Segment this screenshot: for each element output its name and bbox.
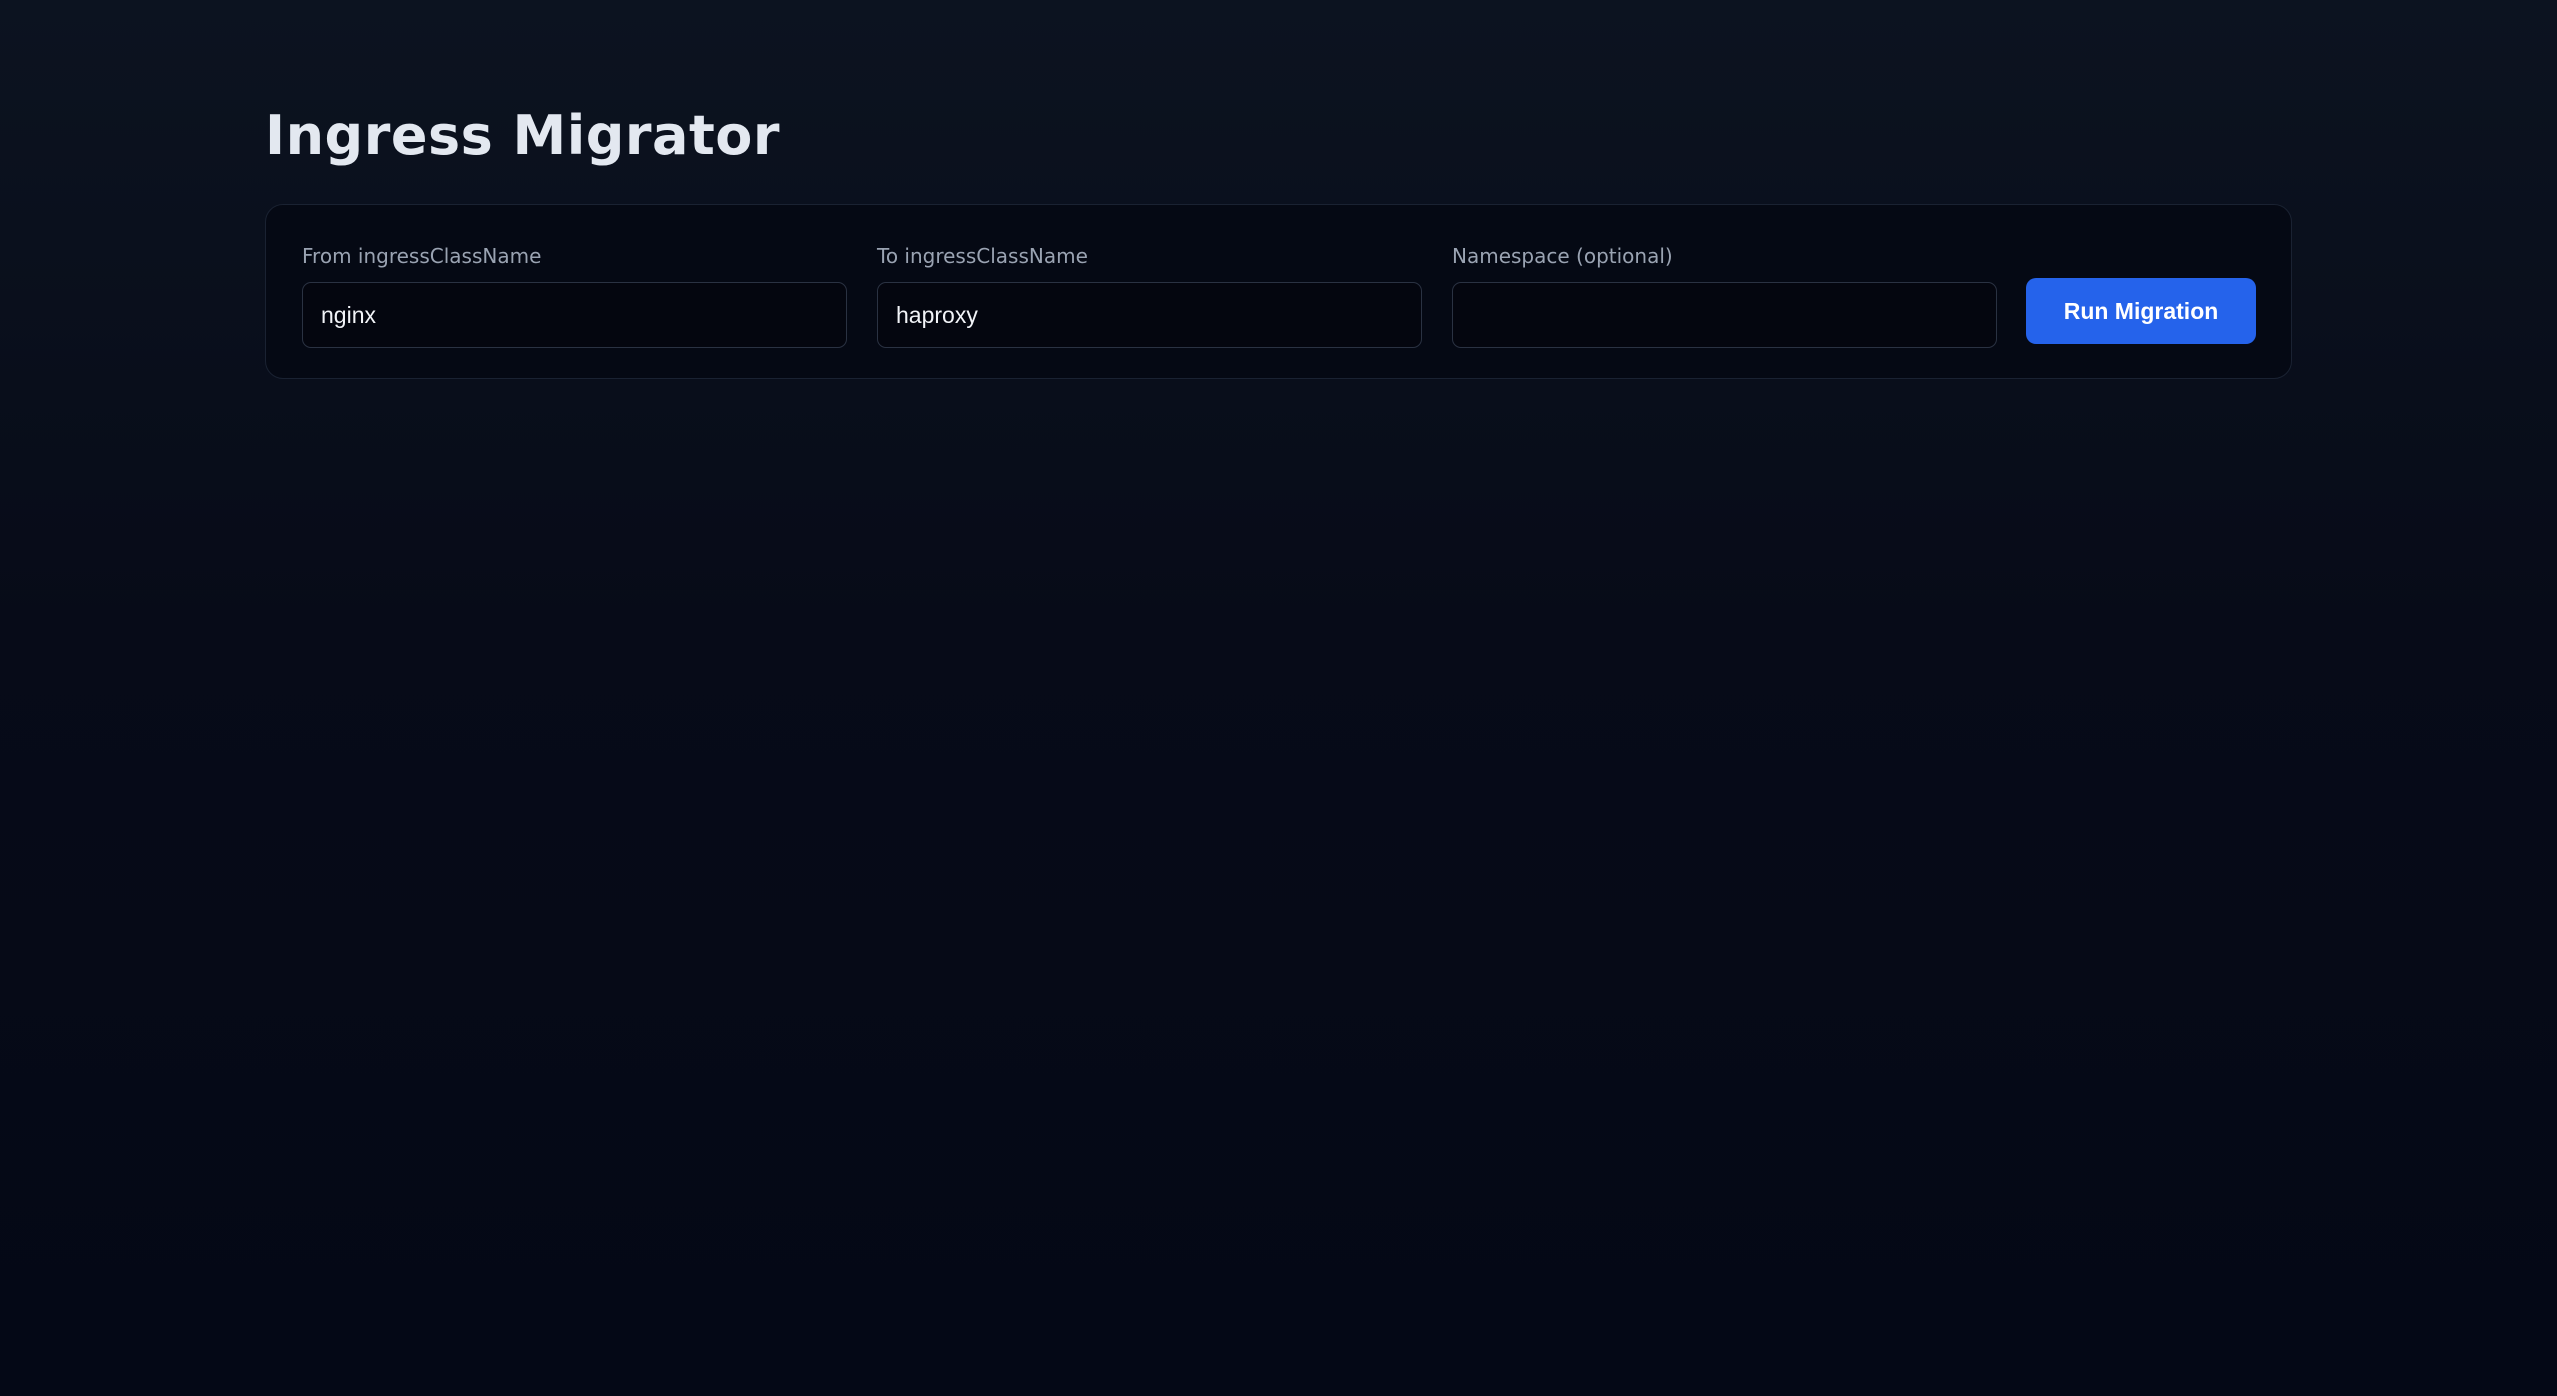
to-class-field: To ingressClassName — [877, 242, 1422, 348]
to-class-label: To ingressClassName — [877, 244, 1088, 268]
namespace-field: Namespace (optional) — [1452, 242, 1997, 348]
namespace-label: Namespace (optional) — [1452, 244, 1673, 268]
from-class-input[interactable] — [302, 282, 847, 348]
page-title: Ingress Migrator — [265, 104, 781, 167]
from-class-label: From ingressClassName — [302, 244, 542, 268]
migration-form-card: From ingressClassName To ingressClassNam… — [265, 204, 2292, 379]
namespace-input[interactable] — [1452, 282, 1997, 348]
from-class-field: From ingressClassName — [302, 242, 847, 348]
run-migration-button[interactable]: Run Migration — [2026, 278, 2256, 344]
to-class-input[interactable] — [877, 282, 1422, 348]
